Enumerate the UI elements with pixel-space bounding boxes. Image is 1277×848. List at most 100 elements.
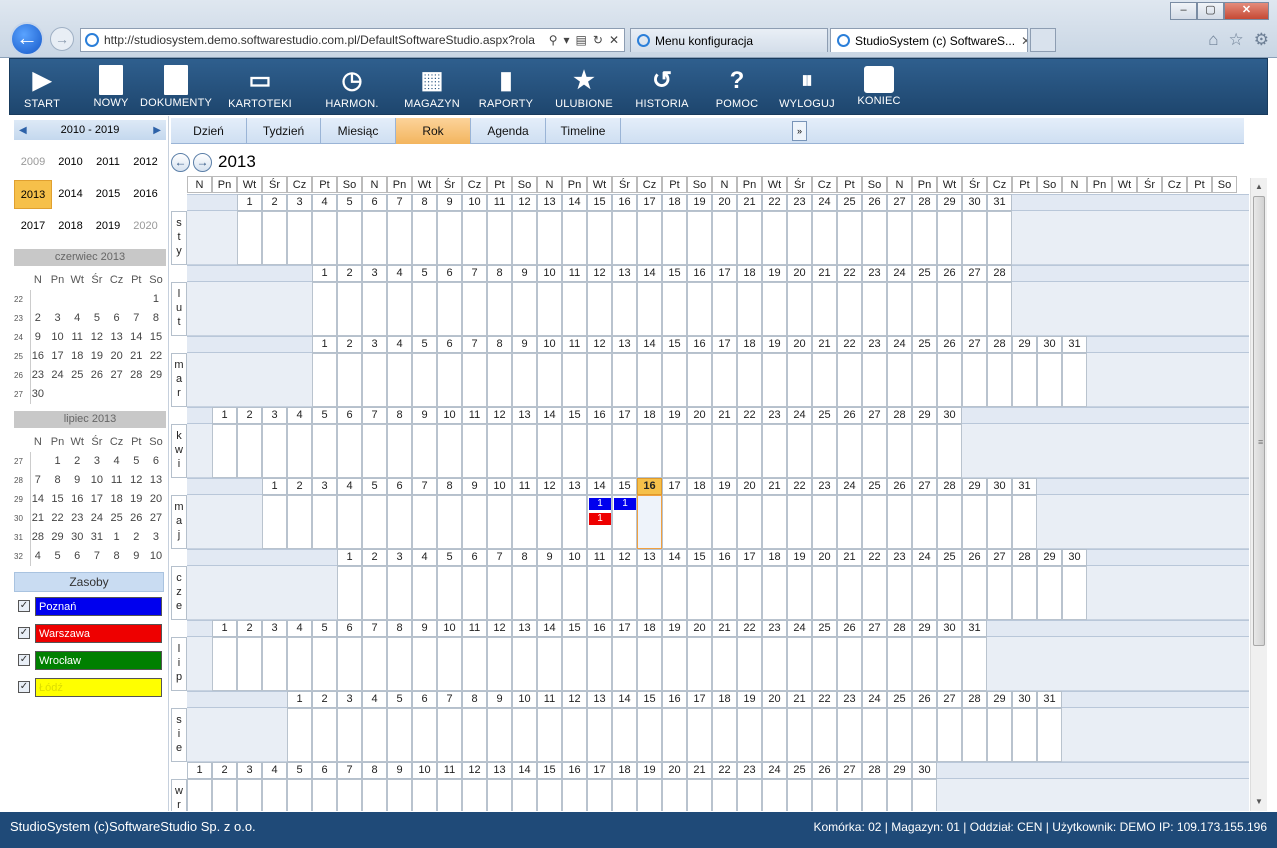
mini-calendar-day[interactable]: 28 bbox=[126, 366, 146, 385]
day-number[interactable]: 30 bbox=[937, 407, 962, 424]
day-number[interactable]: 23 bbox=[837, 691, 862, 708]
day-number[interactable]: 10 bbox=[462, 194, 487, 211]
day-number[interactable]: 29 bbox=[987, 691, 1012, 708]
day-number[interactable]: 29 bbox=[887, 762, 912, 779]
day-cell[interactable] bbox=[737, 566, 762, 620]
day-number[interactable]: 26 bbox=[837, 620, 862, 637]
year-option[interactable]: 2010 bbox=[52, 148, 90, 177]
day-number[interactable]: 14 bbox=[662, 549, 687, 566]
day-cell[interactable] bbox=[237, 211, 262, 265]
day-cell[interactable] bbox=[987, 353, 1012, 407]
day-number[interactable]: 2 bbox=[362, 549, 387, 566]
mini-calendar-day[interactable]: 15 bbox=[48, 490, 68, 509]
day-number[interactable]: 9 bbox=[537, 549, 562, 566]
refresh-icon[interactable]: ↻ bbox=[593, 33, 603, 47]
day-number[interactable]: 3 bbox=[262, 407, 287, 424]
day-number[interactable]: 12 bbox=[487, 407, 512, 424]
day-number[interactable]: 13 bbox=[612, 336, 637, 353]
day-cell[interactable] bbox=[962, 282, 987, 336]
day-cell[interactable] bbox=[237, 637, 262, 691]
day-cell[interactable] bbox=[312, 779, 337, 811]
day-number[interactable]: 15 bbox=[637, 691, 662, 708]
day-number[interactable]: 29 bbox=[962, 478, 987, 495]
day-number[interactable]: 2 bbox=[237, 407, 262, 424]
day-cell[interactable] bbox=[812, 424, 837, 478]
settings-gear-icon[interactable]: ⚙ bbox=[1254, 30, 1269, 50]
mini-calendar-day[interactable]: 25 bbox=[67, 366, 87, 385]
day-cell[interactable] bbox=[687, 637, 712, 691]
day-number[interactable]: 25 bbox=[887, 691, 912, 708]
day-number[interactable]: 16 bbox=[562, 762, 587, 779]
day-cell[interactable] bbox=[287, 495, 312, 549]
day-cell[interactable] bbox=[487, 708, 512, 762]
mini-calendar-day[interactable]: 20 bbox=[107, 347, 127, 366]
resource-checkbox[interactable]: ✓ bbox=[18, 681, 30, 693]
day-number[interactable]: 8 bbox=[512, 549, 537, 566]
day-cell[interactable] bbox=[562, 779, 587, 811]
day-cell[interactable] bbox=[937, 282, 962, 336]
day-number[interactable]: 27 bbox=[912, 478, 937, 495]
day-cell[interactable] bbox=[462, 708, 487, 762]
day-number[interactable]: 11 bbox=[537, 691, 562, 708]
day-number[interactable]: 30 bbox=[1012, 691, 1037, 708]
day-number[interactable]: 11 bbox=[437, 762, 462, 779]
day-number[interactable]: 3 bbox=[262, 620, 287, 637]
mini-calendar-day[interactable]: 20 bbox=[146, 490, 166, 509]
calendar-event[interactable]: 1 bbox=[589, 498, 611, 510]
day-cell[interactable] bbox=[1037, 566, 1062, 620]
day-number[interactable]: 14 bbox=[537, 620, 562, 637]
day-number[interactable]: 30 bbox=[1037, 336, 1062, 353]
day-cell[interactable] bbox=[387, 708, 412, 762]
day-number[interactable]: 22 bbox=[862, 549, 887, 566]
day-cell[interactable] bbox=[487, 495, 512, 549]
day-cell[interactable] bbox=[212, 637, 237, 691]
day-cell[interactable] bbox=[762, 353, 787, 407]
day-cell[interactable] bbox=[437, 566, 462, 620]
day-number[interactable]: 6 bbox=[337, 407, 362, 424]
day-cell[interactable] bbox=[787, 495, 812, 549]
day-number[interactable]: 26 bbox=[887, 478, 912, 495]
day-cell[interactable] bbox=[762, 708, 787, 762]
day-cell[interactable] bbox=[687, 708, 712, 762]
day-cell[interactable] bbox=[562, 424, 587, 478]
day-cell[interactable] bbox=[912, 282, 937, 336]
day-cell[interactable] bbox=[687, 566, 712, 620]
day-number[interactable]: 14 bbox=[587, 478, 612, 495]
day-cell[interactable] bbox=[912, 779, 937, 811]
day-cell[interactable] bbox=[787, 424, 812, 478]
day-number[interactable]: 24 bbox=[787, 407, 812, 424]
mini-calendar-day[interactable]: 6 bbox=[67, 547, 87, 566]
day-number[interactable]: 27 bbox=[887, 194, 912, 211]
day-number[interactable]: 17 bbox=[587, 762, 612, 779]
day-cell[interactable] bbox=[562, 353, 587, 407]
day-cell[interactable] bbox=[412, 637, 437, 691]
day-number[interactable]: 10 bbox=[437, 407, 462, 424]
day-number[interactable]: 12 bbox=[512, 194, 537, 211]
day-number[interactable]: 16 bbox=[587, 407, 612, 424]
day-number[interactable]: 8 bbox=[487, 265, 512, 282]
day-cell[interactable] bbox=[937, 424, 962, 478]
day-cell[interactable] bbox=[362, 708, 387, 762]
mini-calendar-day[interactable]: 26 bbox=[126, 509, 146, 528]
mini-calendar-day[interactable]: 19 bbox=[126, 490, 146, 509]
day-cell[interactable] bbox=[387, 779, 412, 811]
day-cell[interactable] bbox=[737, 708, 762, 762]
day-number[interactable]: 9 bbox=[512, 336, 537, 353]
day-number[interactable]: 7 bbox=[462, 265, 487, 282]
day-cell[interactable] bbox=[487, 424, 512, 478]
day-number[interactable]: 22 bbox=[787, 478, 812, 495]
day-cell[interactable] bbox=[537, 637, 562, 691]
day-cell[interactable] bbox=[837, 495, 862, 549]
day-number[interactable]: 7 bbox=[437, 691, 462, 708]
day-number[interactable]: 8 bbox=[387, 620, 412, 637]
day-cell[interactable] bbox=[787, 779, 812, 811]
day-cell[interactable] bbox=[662, 353, 687, 407]
day-number[interactable]: 13 bbox=[562, 478, 587, 495]
day-number[interactable]: 7 bbox=[387, 194, 412, 211]
day-cell[interactable] bbox=[887, 495, 912, 549]
day-number[interactable]: 25 bbox=[812, 620, 837, 637]
mini-calendar-day[interactable]: 13 bbox=[107, 328, 127, 347]
day-number[interactable]: 27 bbox=[937, 691, 962, 708]
day-cell[interactable] bbox=[562, 495, 587, 549]
day-cell[interactable] bbox=[887, 566, 912, 620]
